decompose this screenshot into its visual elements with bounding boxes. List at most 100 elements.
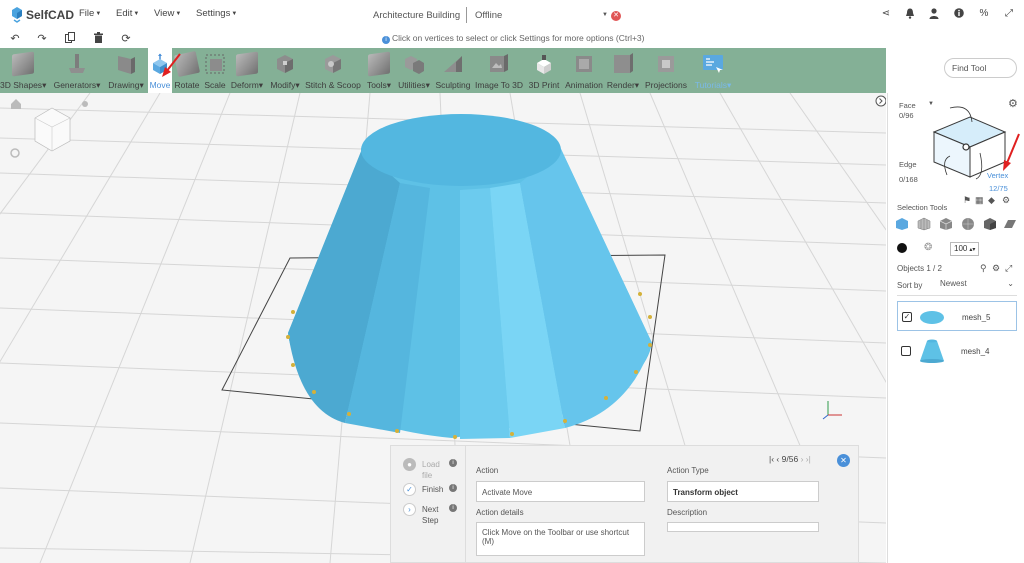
tool-image-to-3d[interactable]: Image To 3D [474,48,524,93]
action-label: Action [476,466,499,475]
menu-settings[interactable]: Settings▼ [196,8,237,19]
object-checkbox[interactable]: ✓ [902,312,912,322]
sphere-select-icon[interactable] [961,217,975,231]
sort-select[interactable]: Newest ⌄ [938,279,1016,292]
tool-tools[interactable]: Tools▾ [364,48,394,93]
home-icon [11,99,21,109]
plane-select-icon[interactable] [1003,217,1017,231]
user-icon[interactable] [928,8,940,22]
find-tool-input[interactable]: Find Tool [944,58,1017,78]
view-cube [34,107,71,152]
brush-soft-icon[interactable]: ❂ [924,242,932,253]
selfcad-logo-icon [12,7,22,23]
search-icon[interactable]: ⚲ [980,263,987,274]
step-label: Next Step [422,505,439,525]
face-label[interactable]: Face [899,101,916,110]
wire-select-icon[interactable] [939,217,953,231]
tool-label: Image To 3D [474,80,524,90]
logo[interactable]: SelfCAD [10,6,74,24]
info-icon[interactable]: i [449,504,457,512]
first-step-icon[interactable]: |‹ [769,454,774,464]
tool-deform[interactable]: Deform▾ [229,48,265,93]
tool-projections[interactable]: Projections [643,48,689,93]
tool-3d-shapes[interactable]: 3D Shapes▾ [0,48,46,93]
info-icon[interactable]: i [449,484,457,492]
checkmark-icon: ✓ [403,483,416,496]
gear-icon[interactable]: ⚙ [992,263,1000,274]
chevron-right-icon: › [403,503,416,516]
previous-step-icon[interactable]: ‹ [776,454,779,464]
undo-icon[interactable]: ↶ [8,32,22,46]
solid-select-icon[interactable] [983,217,997,231]
box-select-icon[interactable] [895,217,909,231]
quick-actions-bar: ↶ ↷ ⟳ i Click on vertices to select or cl… [0,30,1024,48]
document-title[interactable]: Architecture Building [373,10,460,21]
next-step-icon[interactable]: › [801,454,804,464]
brush-size-input[interactable]: 100 ▴▾ [950,242,979,256]
info-icon[interactable] [953,8,965,22]
stepper-icon[interactable]: ▴▾ [969,247,975,253]
chevron-down-icon: ▼ [231,11,238,17]
last-step-icon[interactable]: ›| [806,454,811,464]
info-icon[interactable]: i [449,459,457,467]
cube-select-icon[interactable]: ◆ [988,195,995,206]
tool-stitch-scoop[interactable]: Stitch & Scoop [304,48,362,93]
title-divider [466,7,467,23]
sculpting-icon [444,56,462,72]
tool-tutorials[interactable]: Tutorials▾ [692,48,734,93]
grid-select-icon[interactable]: ▦ [975,195,984,206]
tool-3d-print[interactable]: 3D Print [526,48,562,93]
close-icon[interactable]: ✕ [837,454,850,467]
edge-count: 0/168 [899,175,918,184]
right-panel: Face ▼ 0/96 ⚙ Edge 0/168 Vertex 12/75 ⚑ … [887,93,1024,563]
menu-edit[interactable]: Edit▼ [116,8,139,19]
main-toolbar: 3D Shapes▾ Generators▾ Drawing▾ Move Rot… [0,48,886,93]
trash-icon[interactable] [91,32,105,46]
close-document-icon[interactable]: ✕ [611,11,621,21]
tool-label: Generators▾ [53,80,101,90]
tool-scale[interactable]: Scale [202,48,228,93]
paint-icon[interactable]: ⚑ [963,195,971,206]
fullscreen-icon[interactable]: ⤢ [1005,263,1012,274]
chevron-down-icon[interactable]: ▼ [602,12,608,18]
tool-modify[interactable]: Modify▾ [268,48,302,93]
redo-icon[interactable]: ↷ [35,32,49,46]
tool-label: Animation [565,80,603,90]
edge-label[interactable]: Edge [899,160,917,169]
deform-icon [236,51,258,77]
share-icon[interactable]: ⋖ [880,8,892,22]
action-field: Activate Move [476,481,645,502]
copy-icon[interactable] [63,32,77,46]
tool-label: Projections [644,80,688,90]
modify-icon [277,55,293,73]
tool-drawing[interactable]: Drawing▾ [106,48,146,93]
units-icon[interactable]: % [978,8,990,22]
tool-label: Sculpting [435,80,471,90]
stitch-scoop-icon [325,55,341,73]
tutorial-panel: ● Load file i ✓ Finish i › Next Step i A… [390,445,859,563]
tool-sculpting[interactable]: Sculpting [434,48,472,93]
object-row[interactable]: ✓ mesh_5 [897,301,1017,331]
object-name: mesh_5 [962,313,991,322]
gear-icon[interactable]: ⚙ [1002,195,1010,206]
tool-animation[interactable]: Animation [564,48,604,93]
projections-icon [658,56,674,72]
annotation-arrow-icon [1003,133,1020,171]
sort-label: Sort by [897,281,923,290]
reset-icon[interactable]: ⟳ [119,32,133,46]
notification-bell-icon[interactable] [904,8,916,22]
tool-render[interactable]: Render▾ [606,48,640,93]
sort-value: Newest [940,279,967,288]
fullscreen-icon[interactable]: ⤢ [1003,8,1015,22]
mesh-select-icon[interactable] [917,217,931,231]
tool-label: Render▾ [606,80,640,90]
menu-view[interactable]: View▼ [154,8,181,19]
tool-generators[interactable]: Generators▾ [52,48,102,93]
tool-utilities[interactable]: Utilities▾ [396,48,432,93]
brush-solid-icon[interactable] [897,243,907,253]
face-count: 0/96 [899,111,914,120]
object-checkbox[interactable] [901,346,911,356]
selfcad-app: SelfCAD File▼ Edit▼ View▼ Settings▼ Arch… [0,0,1024,563]
object-row[interactable]: mesh_4 [897,336,1017,366]
menu-file[interactable]: File▼ [79,8,101,19]
